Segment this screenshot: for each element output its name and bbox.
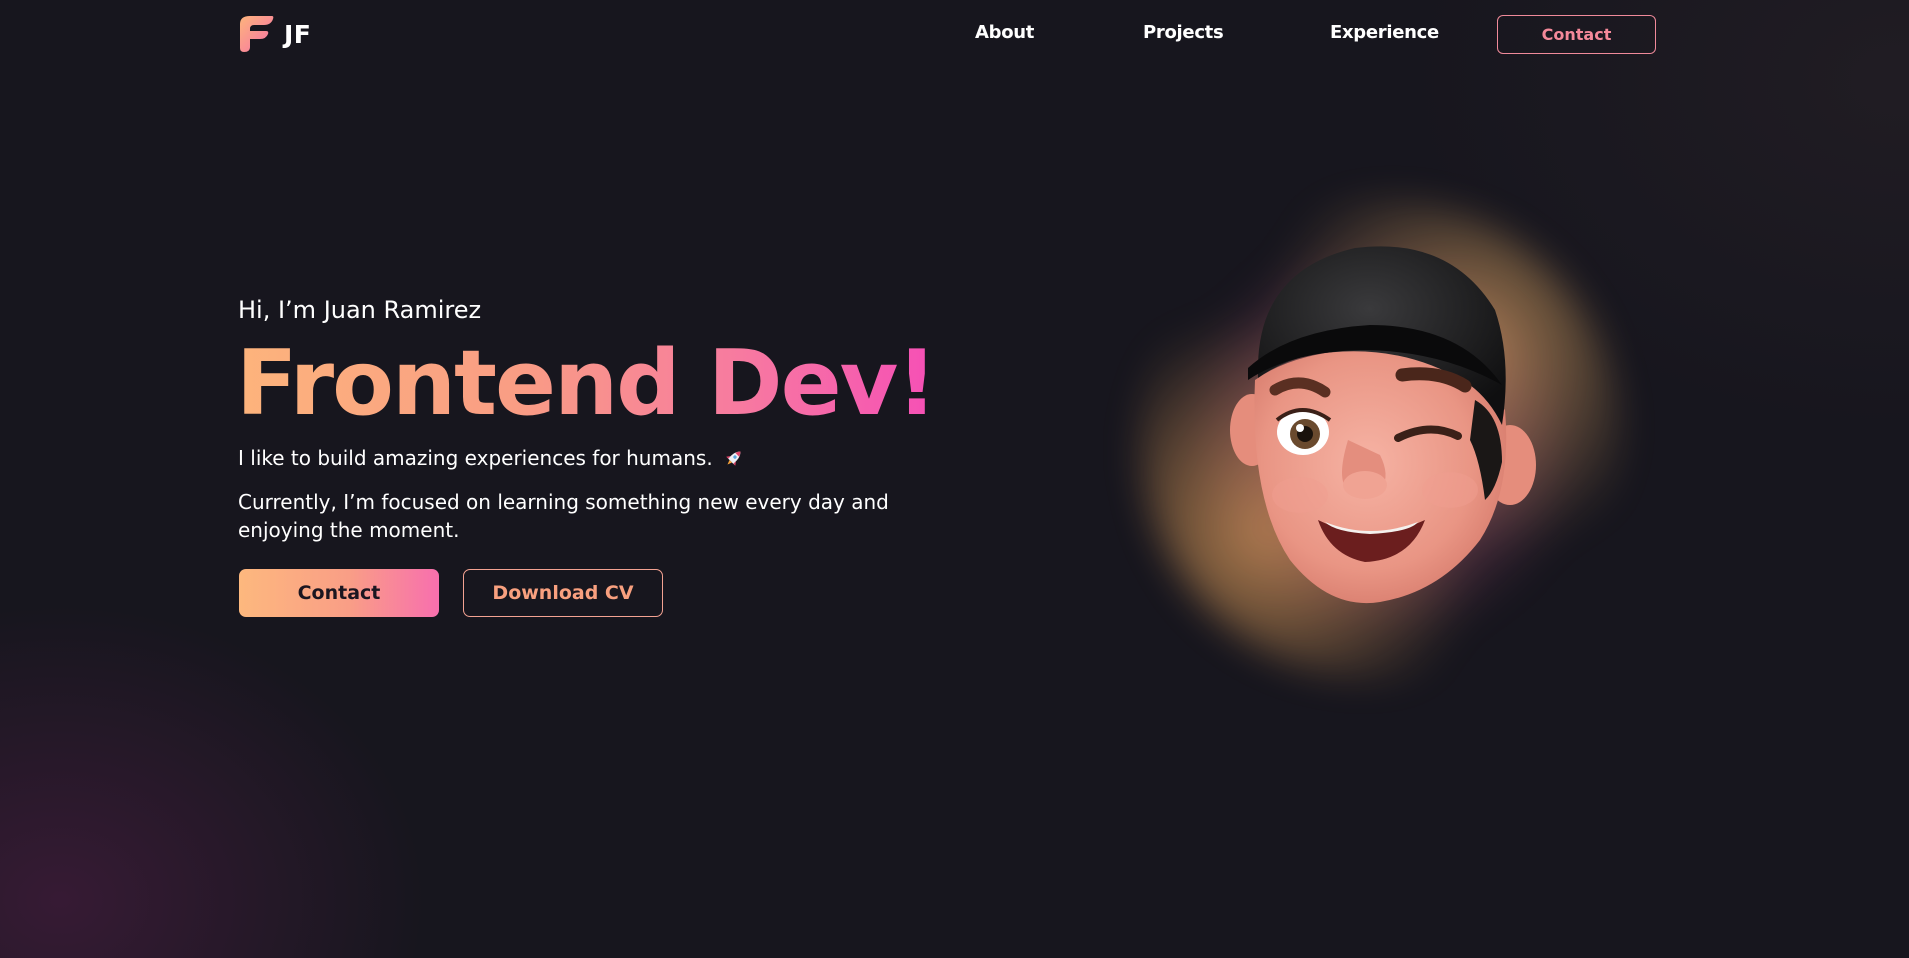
site-header: JF About Projects Experience Contact <box>0 0 1909 70</box>
brand-link[interactable]: JF <box>238 14 311 54</box>
avatar <box>1140 200 1620 680</box>
hero-focus-text: Currently, I’m focused on learning somet… <box>238 490 889 542</box>
contact-button[interactable]: Contact <box>239 569 439 617</box>
nav-experience-link[interactable]: Experience <box>1330 22 1439 43</box>
brand-text: JF <box>284 19 312 49</box>
hero-tagline-text: I like to build amazing experiences for … <box>238 446 713 470</box>
nav-about-link[interactable]: About <box>975 22 1034 43</box>
jf-logo-icon <box>240 16 274 52</box>
hero-headline: Frontend Dev! <box>236 324 937 444</box>
hero-greeting: Hi, I’m Juan Ramirez <box>238 296 482 324</box>
nav-contact-button[interactable]: Contact <box>1497 15 1656 54</box>
hero-tagline: I like to build amazing experiences for … <box>238 446 745 470</box>
rocket-icon <box>725 451 741 466</box>
nav-projects-link[interactable]: Projects <box>1143 22 1224 43</box>
download-cv-button[interactable]: Download CV <box>463 569 663 617</box>
winking-memoji-avatar <box>1230 246 1536 604</box>
